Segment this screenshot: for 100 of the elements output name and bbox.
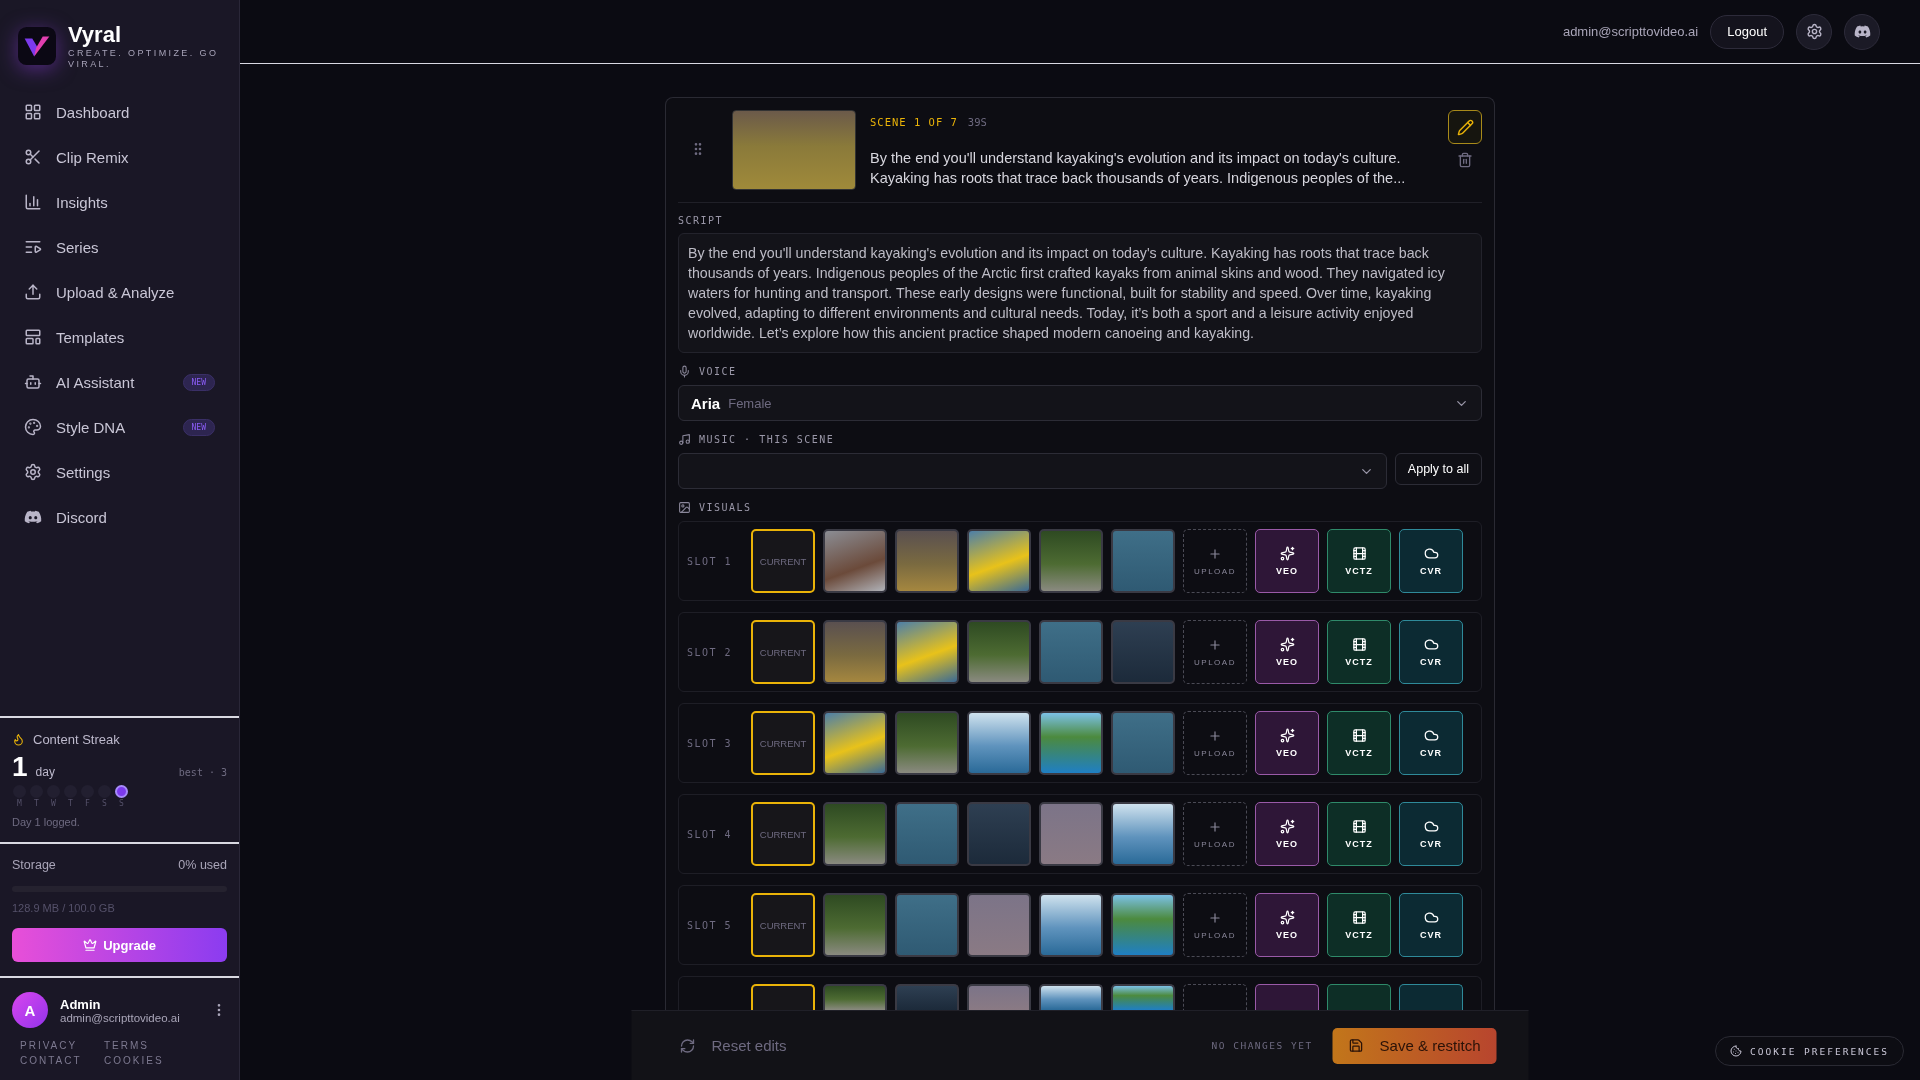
upload-tile[interactable]: UPLOAD [1183, 620, 1247, 684]
generate-tile[interactable]: VEO [1255, 802, 1319, 866]
settings-button[interactable] [1796, 13, 1832, 50]
current-tile[interactable]: CURRENT [751, 802, 815, 866]
script-field[interactable]: By the end you'll understand kayaking's evolution and its impact on today's culture. Kayaking has roots that trace back thousands of years. Indigenous peoples of the Arctic first crafted kayaks from animal skins and wood. They navigated icy waters for hunting and transport. These early designs were functional, built for stability and speed. Over time, kayaking evolved, adapting to different environments and cultural needs. Today, it’s both a sport and a leisure activity enjoyed worldwide. Let’s explore how this ancient practice shaped modern canoeing and kayaking. [678, 233, 1482, 353]
section-label: VISUALS [699, 502, 752, 513]
slot-label: SLOT 1 [687, 555, 734, 567]
generate-tile[interactable]: CVR [1399, 893, 1463, 957]
generate-tile[interactable]: VCTZ [1327, 893, 1391, 957]
upload-tile[interactable]: UPLOAD [1183, 802, 1247, 866]
photo-placeholder[interactable] [823, 711, 887, 775]
logo-icon [18, 26, 56, 65]
nav-item[interactable]: AI Assistant NEW [12, 359, 227, 405]
generate-tile[interactable] [1327, 984, 1391, 1010]
scene-counter: SCENE 1 OF 7 [870, 116, 958, 128]
generate-tile[interactable]: VEO [1255, 620, 1319, 684]
upload-tile[interactable]: UPLOAD [1183, 529, 1247, 593]
generate-tile[interactable]: VEO [1255, 893, 1319, 957]
edit-button[interactable] [1448, 110, 1482, 144]
generate-tile[interactable]: VEO [1255, 529, 1319, 593]
status-text: NO CHANGES YET [1211, 1040, 1313, 1051]
cloud-icon [1423, 910, 1439, 925]
footer-link[interactable]: TERMS [104, 1040, 188, 1051]
storage-label: Storage [12, 858, 56, 872]
plus-icon [1208, 910, 1222, 925]
current-tile[interactable] [751, 984, 815, 1010]
generate-tile[interactable]: VCTZ [1327, 711, 1391, 775]
generate-tile[interactable] [1399, 984, 1463, 1010]
reset-button[interactable]: Reset edits [679, 1037, 787, 1054]
cookie-button[interactable]: COOKIE PREFERENCES [1715, 1036, 1904, 1066]
photo-placeholder[interactable] [1039, 711, 1103, 775]
upgrade-button[interactable]: Upgrade [12, 928, 227, 962]
cloud-icon [1423, 637, 1439, 652]
header-email: admin@scripttovideo.ai [1562, 24, 1699, 39]
plus-icon [1208, 819, 1222, 834]
voice-select[interactable]: Aria Female [678, 385, 1482, 421]
storage-detail: 128.9 MB / 100.0 GB [12, 902, 116, 914]
delete-button[interactable] [1457, 152, 1473, 168]
generate-tile[interactable]: VCTZ [1327, 802, 1391, 866]
user-email: admin@scripttovideo.ai [60, 1011, 180, 1024]
photo-placeholder[interactable] [1111, 802, 1175, 866]
footer-link[interactable]: CONTACT [20, 1055, 104, 1066]
photo-placeholder[interactable] [1111, 984, 1175, 1010]
upload-tile[interactable]: UPLOAD [1183, 893, 1247, 957]
discord-button[interactable] [1844, 13, 1880, 50]
sparkles-icon [1279, 546, 1295, 561]
upload-tile[interactable]: UPLOAD [1183, 711, 1247, 775]
generate-tile[interactable] [1255, 984, 1319, 1010]
new-badge: NEW [182, 418, 215, 436]
nav-item[interactable]: Settings [12, 449, 227, 495]
avatar: A [12, 992, 48, 1028]
plus-icon [1208, 546, 1222, 561]
crown-icon [83, 938, 98, 952]
trash-icon [1457, 152, 1473, 168]
photo-placeholder[interactable] [1039, 984, 1103, 1010]
generate-tile[interactable]: VCTZ [1327, 529, 1391, 593]
generate-tile[interactable]: VEO [1255, 711, 1319, 775]
apply-all-button[interactable]: Apply to all [1394, 453, 1482, 485]
photo-placeholder[interactable] [1039, 893, 1103, 957]
generate-tile[interactable]: CVR [1399, 529, 1463, 593]
pencil-icon [1456, 118, 1474, 136]
generate-tile[interactable]: CVR [1399, 620, 1463, 684]
footer-link[interactable]: COOKIES [104, 1055, 188, 1066]
plus-icon [1208, 637, 1222, 652]
nav-item[interactable]: Insights [12, 179, 227, 225]
sparkles-icon [1279, 819, 1295, 834]
nav-item[interactable]: Templates [12, 314, 227, 360]
settings-icon [1805, 23, 1823, 40]
generate-tile[interactable]: CVR [1399, 802, 1463, 866]
sparkles-icon [1279, 637, 1295, 652]
nav-item[interactable]: Dashboard [12, 89, 227, 135]
logout-button[interactable]: Logout [1710, 14, 1784, 49]
nav-icon [24, 418, 42, 437]
generate-tile[interactable]: CVR [1399, 711, 1463, 775]
nav-item[interactable]: Upload & Analyze [12, 269, 227, 315]
current-tile[interactable]: CURRENT [751, 529, 815, 593]
photo-placeholder[interactable] [1111, 893, 1175, 957]
footer-link[interactable]: PRIVACY [20, 1040, 104, 1051]
cookie-icon [1730, 1045, 1743, 1057]
photo-placeholder[interactable] [895, 620, 959, 684]
nav-item[interactable]: Series [12, 224, 227, 270]
cloud-icon [1423, 728, 1439, 743]
nav-item[interactable]: Discord [12, 494, 227, 540]
current-tile[interactable]: CURRENT [751, 620, 815, 684]
current-tile[interactable]: CURRENT [751, 893, 815, 957]
nav-item[interactable]: Style DNA NEW [12, 404, 227, 450]
day-letter: W [51, 799, 56, 808]
plus-icon [1208, 728, 1222, 743]
day-letter: T [34, 799, 39, 808]
save-button[interactable]: Save & restitch [1332, 1027, 1497, 1064]
photo-placeholder[interactable] [823, 529, 887, 593]
cloud-icon [1423, 546, 1439, 561]
nav-item[interactable]: Clip Remix [12, 134, 227, 180]
photo-placeholder[interactable] [967, 711, 1031, 775]
current-tile[interactable]: CURRENT [751, 711, 815, 775]
flame-icon [12, 733, 25, 746]
photo-placeholder[interactable] [967, 529, 1031, 593]
day-letter: S [102, 799, 107, 808]
generate-tile[interactable]: VCTZ [1327, 620, 1391, 684]
slot-label: SLOT 2 [687, 646, 734, 658]
